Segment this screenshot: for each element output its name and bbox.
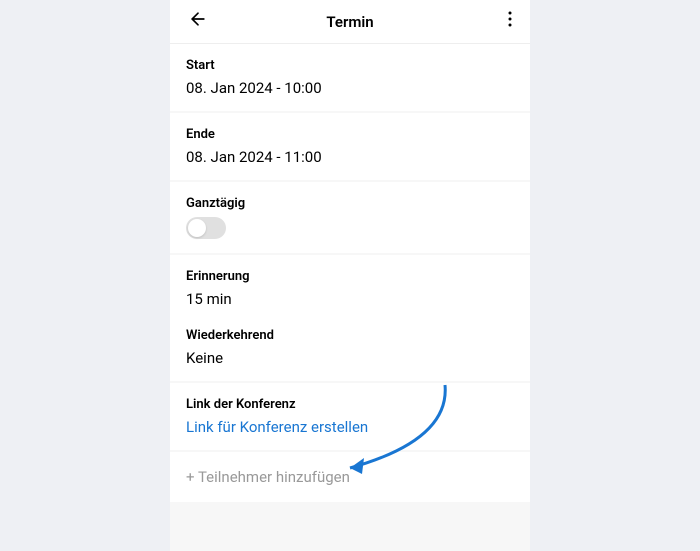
recurring-label: Wiederkehrend — [186, 328, 514, 343]
page-title: Termin — [326, 13, 373, 31]
reminder-label: Erinnerung — [186, 269, 514, 284]
allday-section: Ganztägig — [170, 182, 530, 253]
start-label: Start — [186, 58, 514, 73]
conference-section: Link der Konferenz Link für Konferenz er… — [170, 383, 530, 450]
end-value: 08. Jan 2024 - 11:00 — [186, 148, 514, 166]
back-icon[interactable] — [184, 5, 212, 38]
more-menu-icon[interactable] — [504, 7, 516, 36]
allday-label: Ganztägig — [186, 196, 514, 211]
end-section[interactable]: Ende 08. Jan 2024 - 11:00 — [170, 113, 530, 180]
appointment-screen: Termin Start 08. Jan 2024 - 10:00 Ende 0… — [170, 0, 530, 551]
add-participant-button[interactable]: + Teilnehmer hinzufügen — [170, 452, 530, 502]
start-section[interactable]: Start 08. Jan 2024 - 10:00 — [170, 44, 530, 111]
reminder-recurring-section: Erinnerung 15 min Wiederkehrend Keine — [170, 255, 530, 381]
start-value: 08. Jan 2024 - 10:00 — [186, 79, 514, 97]
allday-toggle[interactable] — [186, 217, 226, 239]
toggle-thumb — [188, 219, 206, 237]
recurring-value: Keine — [186, 349, 514, 367]
reminder-value: 15 min — [186, 290, 514, 308]
create-conference-link[interactable]: Link für Konferenz erstellen — [186, 418, 514, 436]
end-label: Ende — [186, 127, 514, 142]
conference-label: Link der Konferenz — [186, 397, 514, 412]
reminder-row[interactable]: Erinnerung 15 min — [186, 269, 514, 308]
header-bar: Termin — [170, 0, 530, 44]
recurring-row[interactable]: Wiederkehrend Keine — [186, 328, 514, 367]
